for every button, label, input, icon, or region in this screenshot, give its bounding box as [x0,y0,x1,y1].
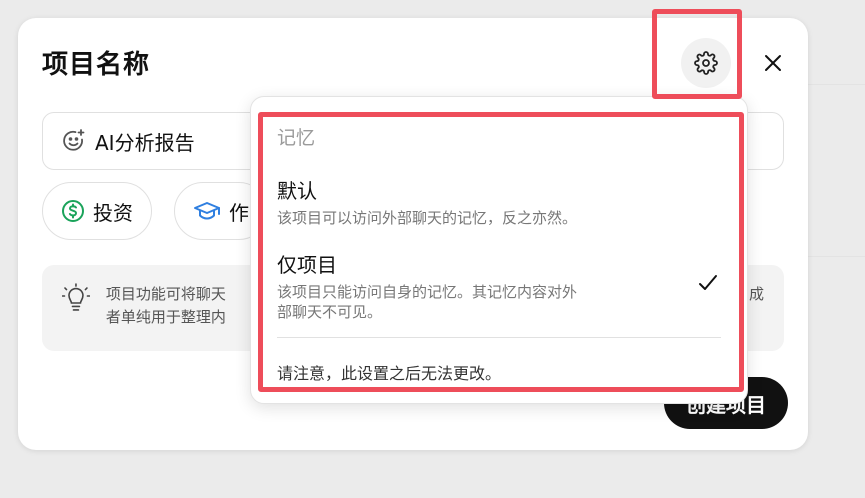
lightbulb-icon [62,283,90,311]
memory-option-project-only[interactable]: 仅项目 该项目只能访问自身的记忆。其记忆内容对外 部聊天不可见。 [277,249,577,322]
close-button[interactable] [758,48,788,78]
category-chip-investment[interactable]: 投资 [42,182,152,240]
smile-sparkle-icon [63,129,85,151]
graduation-cap-icon [194,202,220,220]
menu-section-title: 记忆 [277,127,316,149]
memory-settings-menu: 记忆 默认 该项目可以访问外部聊天的记忆，反之亦然。 仅项目 该项目只能访问自身… [250,96,748,404]
option-title: 默认 [277,179,317,203]
project-name-value: AI分析报告 [95,130,195,155]
menu-notice: 请注意，此设置之后无法更改。 [277,364,502,383]
close-icon [765,55,781,71]
option-description: 该项目只能访问自身的记忆。其记忆内容对外 部聊天不可见。 [277,283,578,321]
memory-option-default[interactable]: 默认 该项目可以访问外部聊天的记忆，反之亦然。 [277,175,577,228]
dollar-circle-icon [62,200,84,222]
settings-button[interactable] [681,38,731,88]
option-description: 该项目可以访问外部聊天的记忆，反之亦然。 [277,209,578,227]
option-title: 仅项目 [277,253,337,277]
gear-icon [694,51,718,75]
menu-divider [277,337,721,338]
dialog-title: 项目名称 [42,50,151,80]
checkmark-icon [699,275,717,290]
chip-label: 作 [229,200,249,225]
chip-label: 投资 [93,200,133,225]
